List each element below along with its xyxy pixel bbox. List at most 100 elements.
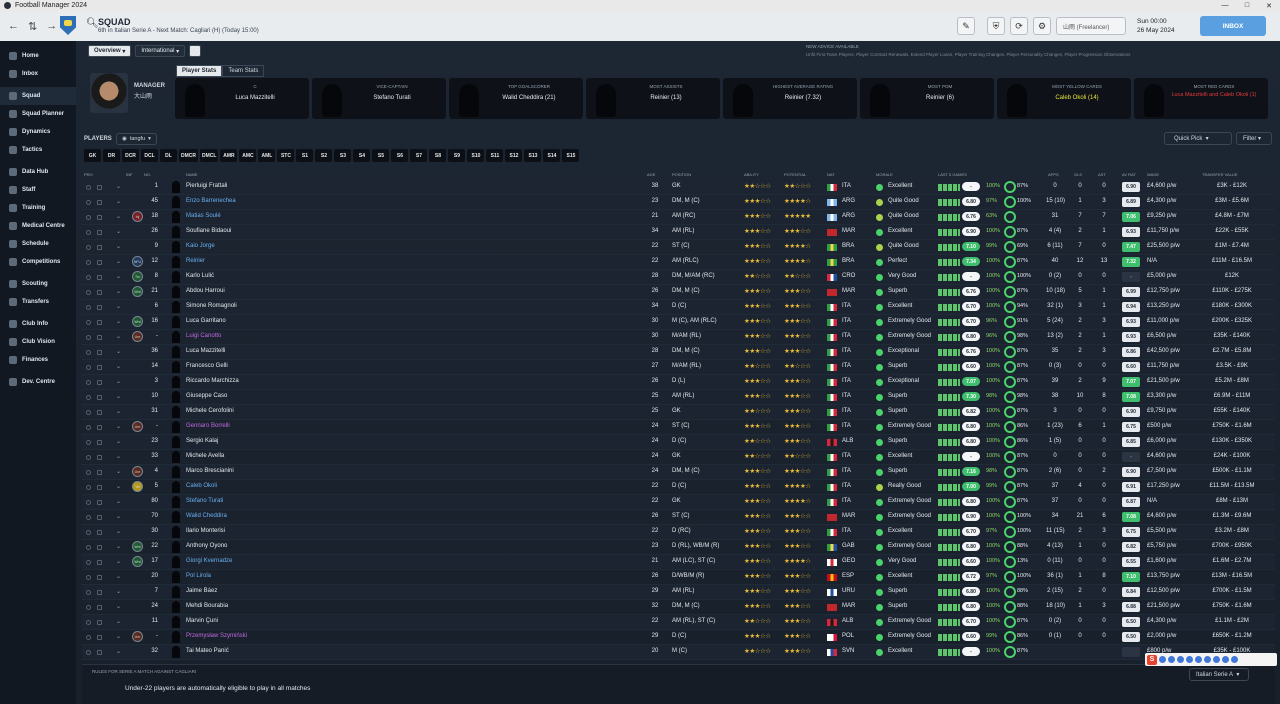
position-filter-s3[interactable]: S3 (334, 149, 352, 162)
table-row[interactable]: ⌄ 20 Pol Lirola 26 D/WB/M (R) ★★★☆☆ ★★★☆☆ ESP Ex… (82, 570, 1275, 585)
pick-box[interactable] (97, 215, 102, 220)
position-filter-amc[interactable]: AMC (239, 149, 257, 162)
player-name[interactable]: Giorgi Kvernadze (186, 558, 232, 564)
pick-box[interactable] (97, 305, 102, 310)
sidebar-item[interactable]: Transfers (0, 293, 76, 311)
pick-box[interactable] (97, 530, 102, 535)
sidebar-item[interactable]: Schedule (0, 235, 76, 253)
pick-box[interactable] (97, 635, 102, 640)
chevron-down-icon[interactable]: ⌄ (116, 363, 121, 370)
quick-pick-button[interactable]: Quick Pick ▾ (1164, 132, 1232, 145)
sidebar-item[interactable]: Club Vision (0, 333, 76, 351)
position-filter-dcl[interactable]: DCL (141, 149, 158, 162)
chevron-down-icon[interactable]: ⌄ (116, 633, 121, 640)
pick-box[interactable] (97, 470, 102, 475)
position-filter-s5[interactable]: S5 (372, 149, 390, 162)
col-morale[interactable]: MORALE (876, 172, 893, 177)
table-row[interactable]: ⌄ 31 Michele Cerofolini 25 GK ★★☆☆☆ ★★★☆☆ ITA Su… (82, 405, 1275, 420)
position-filter-dmcr[interactable]: DMCR (179, 149, 198, 162)
select-checkbox[interactable] (86, 560, 91, 565)
leader-card[interactable]: MOST RED CARDS Luca Mazzitelli and Caleb … (1134, 78, 1268, 119)
leader-card[interactable]: MOST POM Reinier (6) (860, 78, 994, 119)
search-icon[interactable]: 🔍︎ (86, 18, 99, 29)
pick-box[interactable] (97, 200, 102, 205)
tab-player-stats[interactable]: Player Stats (176, 65, 223, 77)
position-filter-s14[interactable]: S14 (543, 149, 561, 162)
chevron-down-icon[interactable]: ⌄ (116, 483, 121, 490)
select-checkbox[interactable] (86, 650, 91, 655)
leader-card[interactable]: C Luca Mazzitelli (175, 78, 309, 119)
table-row[interactable]: ⌄ Wnt 16 Luca Garritano 30 M (C), AM (RLC) ★★★… (82, 315, 1275, 330)
select-checkbox[interactable] (86, 590, 91, 595)
chevron-down-icon[interactable]: ⌄ (116, 513, 121, 520)
table-row[interactable]: ⌄ Unr 4 Marco Brescianini 24 DM, M (C) ★★★☆☆ ★★… (82, 465, 1275, 480)
position-filter-dl[interactable]: DL (160, 149, 177, 162)
player-name[interactable]: Caleb Okoli (186, 483, 217, 489)
leader-card[interactable]: MOST ASSISTS Reinier (13) (586, 78, 720, 119)
select-checkbox[interactable] (86, 275, 91, 280)
pick-box[interactable] (97, 590, 102, 595)
select-checkbox[interactable] (86, 200, 91, 205)
chevron-down-icon[interactable]: ⌄ (116, 228, 121, 235)
chevron-down-icon[interactable]: ⌄ (116, 243, 121, 250)
pick-box[interactable] (97, 320, 102, 325)
table-row[interactable]: ⌄ Inj 18 Matias Soulé 21 AM (RC) ★★★☆☆ ★★★★★ ARG… (82, 210, 1275, 225)
chevron-down-icon[interactable]: ⌄ (116, 603, 121, 610)
position-filter-s11[interactable]: S11 (486, 149, 504, 162)
pick-box[interactable] (97, 455, 102, 460)
position-filter-s4[interactable]: S4 (353, 149, 371, 162)
select-checkbox[interactable] (86, 185, 91, 190)
table-row[interactable]: ⌄ Unr - Gennaro Borrelli 24 ST (C) ★★★☆☆ ★★★☆☆ I… (82, 420, 1275, 435)
chevron-down-icon[interactable]: ⌄ (116, 558, 121, 565)
table-row[interactable]: ⌄ Wnt 17 Giorgi Kvernadze 21 AM (LC), ST (C) ★… (82, 555, 1275, 570)
chevron-down-icon[interactable]: ⌄ (116, 303, 121, 310)
col-transfer-value[interactable]: TRANSFER VALUE (1202, 172, 1238, 177)
chevron-down-icon[interactable]: ⌄ (116, 288, 121, 295)
ime-toolbar[interactable]: S (1145, 653, 1277, 666)
table-row[interactable]: ⌄ 1 Pierluigi Frattali 38 GK ★★☆☆☆ ★★☆☆☆ ITA Exc… (82, 180, 1275, 195)
game-date[interactable]: Sun 00:00 26 May 2024 (1137, 17, 1175, 35)
select-checkbox[interactable] (86, 575, 91, 580)
extra-tab[interactable] (189, 45, 202, 57)
player-name[interactable]: Luca Garritano (186, 318, 226, 324)
chevron-down-icon[interactable]: ⌄ (116, 498, 121, 505)
pick-box[interactable] (97, 185, 102, 190)
col-gls[interactable]: GLS (1074, 172, 1082, 177)
player-name[interactable]: Stefano Turati (186, 498, 223, 504)
sidebar-item[interactable]: Scouting (0, 275, 76, 293)
table-row[interactable]: ⌄ 30 Ilario Monterisi 22 D (RC) ★★★☆☆ ★★★☆☆ ITA… (82, 525, 1275, 540)
select-checkbox[interactable] (86, 230, 91, 235)
chevron-down-icon[interactable]: ⌄ (116, 468, 121, 475)
sidebar-item[interactable]: Tactics (0, 141, 76, 159)
col-no[interactable]: NO. (144, 172, 151, 177)
player-name[interactable]: Luigi Canotto (186, 333, 221, 339)
filter-button[interactable]: Filter ▾ (1236, 132, 1272, 145)
position-filter-amr[interactable]: AMR (220, 149, 238, 162)
player-name[interactable]: Michele Cerofolini (186, 408, 234, 414)
select-checkbox[interactable] (86, 605, 91, 610)
chevron-down-icon[interactable]: ⌄ (116, 588, 121, 595)
select-checkbox[interactable] (86, 455, 91, 460)
position-filter-s6[interactable]: S6 (391, 149, 409, 162)
chevron-down-icon[interactable]: ⌄ (116, 618, 121, 625)
table-row[interactable]: ⌄ 23 Sergio Kalaj 24 D (C) ★★☆☆☆ ★★★☆☆ ALB Super… (82, 435, 1275, 450)
club-crest-icon[interactable] (60, 16, 76, 35)
position-filter-s15[interactable]: S15 (562, 149, 580, 162)
col-potential[interactable]: POTENTIAL (784, 172, 806, 177)
sidebar-item[interactable]: Dev. Centre (0, 373, 76, 391)
sidebar-item[interactable]: Squad Planner (0, 105, 76, 123)
player-name[interactable]: Michele Avella (186, 453, 224, 459)
player-name[interactable]: Ilario Monterisi (186, 528, 225, 534)
table-row[interactable]: ⌄ Wnt 21 Abdou Harroui 26 DM, M (C) ★★★☆☆ ★★★☆☆… (82, 285, 1275, 300)
leader-card[interactable]: TOP GOALSCORER Walid Cheddira (21) (449, 78, 583, 119)
player-name[interactable]: Przemysław Szymiński (186, 633, 247, 639)
pick-box[interactable] (97, 500, 102, 505)
table-row[interactable]: ⌄ NFU 12 Reinier 22 AM (RLC) ★★★☆☆ ★★★★☆ BRA Perf… (82, 255, 1275, 270)
select-checkbox[interactable] (86, 425, 91, 430)
select-checkbox[interactable] (86, 380, 91, 385)
tab-international[interactable]: International ▾ (135, 45, 186, 57)
select-checkbox[interactable] (86, 470, 91, 475)
chevron-down-icon[interactable]: ⌄ (116, 453, 121, 460)
sidebar-item[interactable]: Training (0, 199, 76, 217)
table-row[interactable]: ⌄ 10 Giuseppe Caso 25 AM (RL) ★★★☆☆ ★★★☆☆ ITA Su… (82, 390, 1275, 405)
